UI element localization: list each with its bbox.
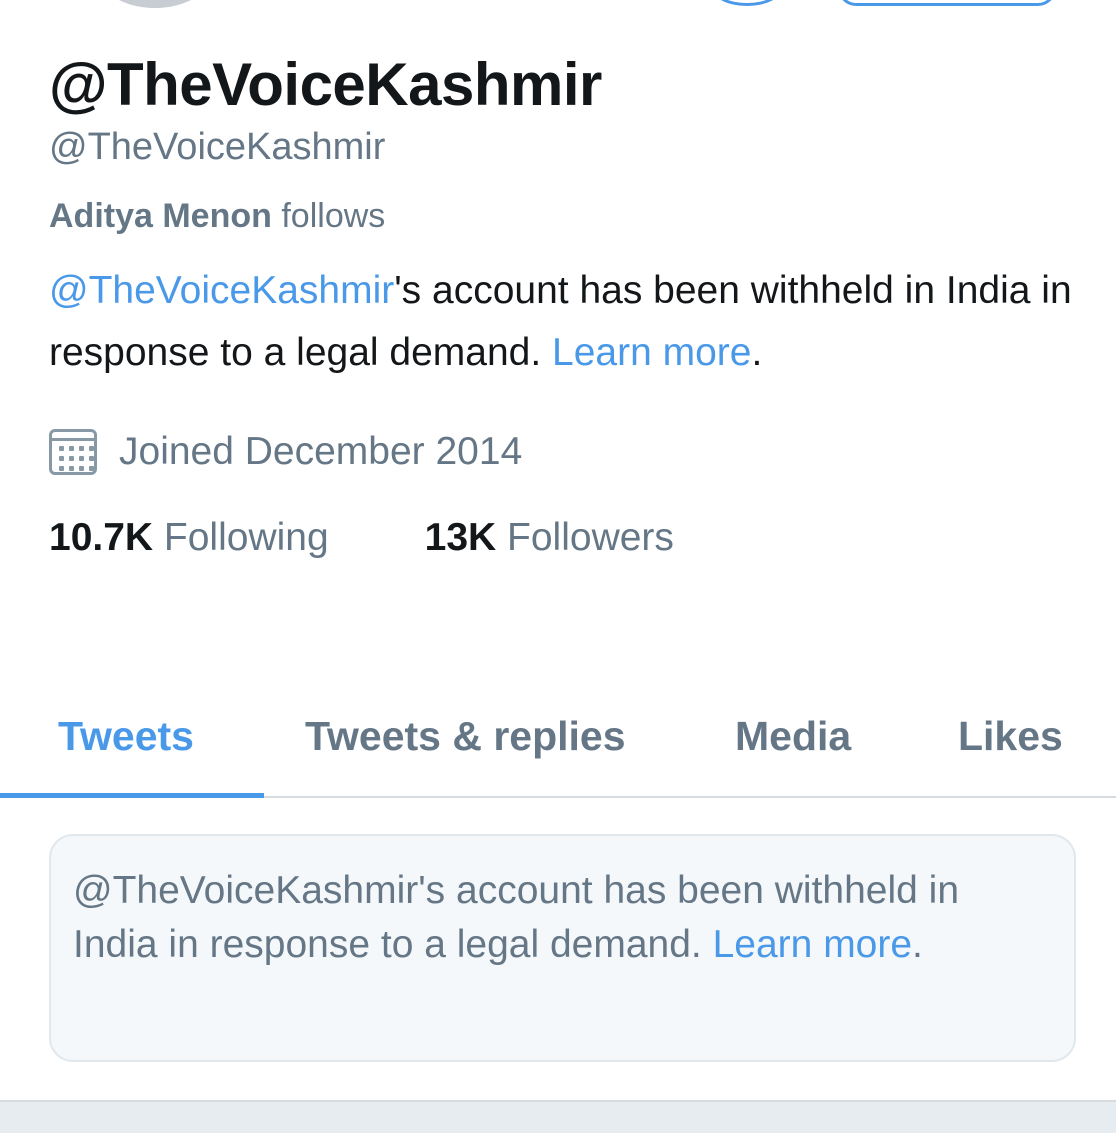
bio-period: .: [751, 331, 763, 374]
follows-label: follows: [271, 197, 386, 235]
following-count: 10.7K: [49, 516, 154, 559]
tab-tweets-replies[interactable]: Tweets & replies: [305, 706, 626, 766]
notice-learn-more-link[interactable]: Learn more: [713, 923, 912, 966]
following-stat[interactable]: 10.7K Following: [49, 510, 329, 566]
tab-media[interactable]: Media: [735, 706, 851, 766]
tab-tweets[interactable]: Tweets: [58, 706, 194, 766]
withheld-notice: @TheVoiceKashmir's account has been with…: [49, 834, 1076, 1062]
learn-more-link[interactable]: Learn more: [552, 331, 751, 374]
profile-page: @TheVoiceKashmir @TheVoiceKashmir Aditya…: [0, 0, 1116, 1133]
calendar-icon: [49, 429, 97, 475]
notice-period: .: [912, 923, 923, 966]
follow-button[interactable]: [838, 0, 1056, 6]
display-name: @TheVoiceKashmir: [49, 51, 602, 118]
joined-text: Joined December 2014: [119, 430, 523, 473]
joined-date: Joined December 2014: [49, 424, 1076, 480]
avatar[interactable]: [95, 0, 215, 8]
active-tab-indicator: [0, 793, 264, 798]
follow-stats: 10.7K Following 13K Followers: [49, 510, 1076, 566]
following-label: Following: [153, 516, 329, 559]
bio: @TheVoiceKashmir's account has been with…: [49, 260, 1079, 384]
tab-likes[interactable]: Likes: [958, 706, 1063, 766]
footer-divider: [0, 1100, 1116, 1133]
followers-count: 13K: [424, 516, 497, 559]
profile-header: @TheVoiceKashmir @TheVoiceKashmir Aditya…: [49, 50, 1076, 566]
follower-name-link[interactable]: Aditya Menon: [49, 197, 272, 235]
user-handle: @TheVoiceKashmir: [49, 126, 386, 168]
followed-by: Aditya Menon follows: [49, 194, 1076, 238]
notifications-button[interactable]: [712, 0, 782, 6]
profile-tabs: Tweets Tweets & replies Media Likes: [0, 690, 1116, 798]
mention-link[interactable]: @TheVoiceKashmir: [49, 269, 394, 312]
followers-stat[interactable]: 13K Followers: [425, 510, 674, 566]
followers-label: Followers: [496, 516, 674, 559]
